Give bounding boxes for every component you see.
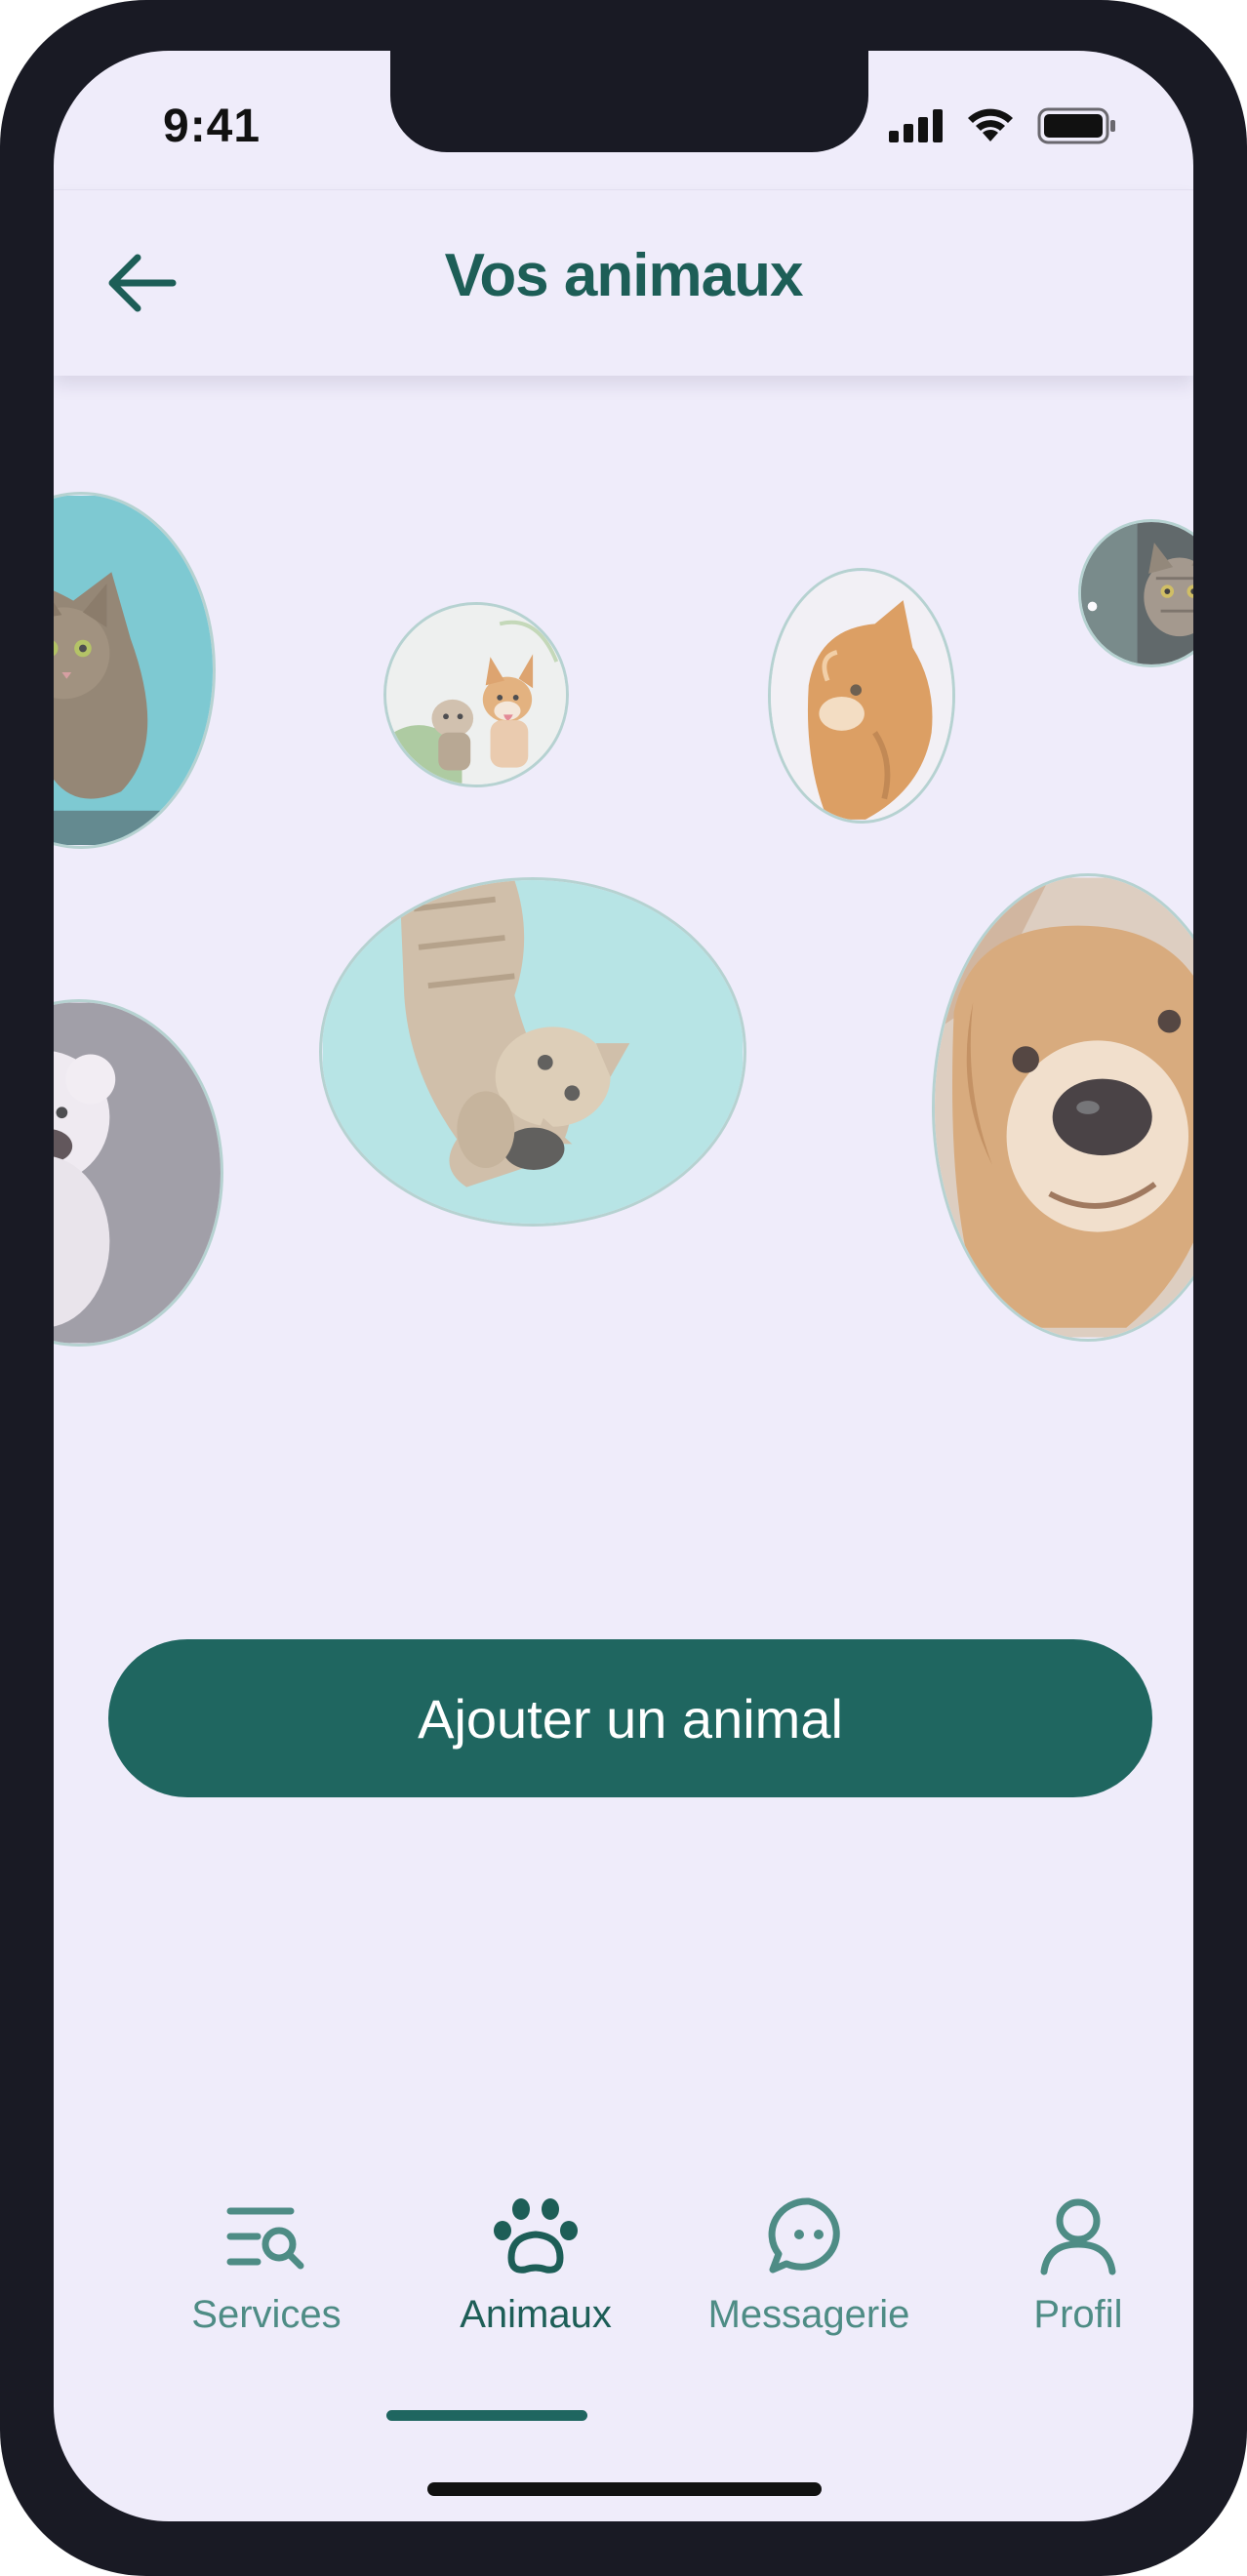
pet-bubble-golden-dog[interactable] [932,873,1193,1342]
cat-photo-icon [322,880,744,1224]
status-icons [889,107,1117,144]
pet-bubble-tabby-cat[interactable] [1078,519,1193,667]
pet-bubble-two-dogs[interactable] [383,602,569,787]
app-screen: 9:41 Vos animaux Ajouter un animal Servi… [54,51,1193,2521]
pet-bubble-playing-kitten[interactable] [319,877,746,1227]
tab-messages[interactable]: Messagerie [692,2197,926,2363]
bottom-tab-bar: Services Animaux Messagerie Profil [54,2197,1193,2412]
notch [390,51,868,152]
cat-photo-icon [1081,522,1193,664]
chat-bubble-icon [768,2197,840,2274]
dog-photo-icon [54,1002,221,1344]
cellular-signal-icon [889,109,943,142]
cat-photo-icon [771,572,952,820]
pet-bubble-ginger-cat[interactable] [768,568,955,824]
tab-profile[interactable]: Profil [961,2197,1193,2363]
user-icon [1040,2198,1116,2275]
home-indicator [427,2482,822,2496]
tab-animals[interactable]: Animaux [419,2197,653,2363]
phone-frame: 9:41 Vos animaux Ajouter un animal Servi… [0,0,1247,2576]
cat-photo-icon [54,495,213,846]
pet-bubble-white-dog[interactable] [54,999,223,1347]
tab-services[interactable]: Services [149,2197,383,2363]
tab-profile-label: Profil [1033,2293,1123,2336]
dog-photo-icon [386,605,566,785]
battery-icon [1037,107,1115,144]
paw-icon [494,2198,578,2274]
status-time: 9:41 [163,101,261,152]
active-tab-indicator [386,2410,587,2421]
dog-photo-icon [935,877,1193,1338]
tab-services-label: Services [191,2293,342,2336]
tab-animals-label: Animaux [460,2293,612,2336]
page-title: Vos animaux [444,242,804,309]
list-search-icon [226,2207,304,2270]
pet-bubble-cat-on-blue[interactable] [54,492,216,849]
add-pet-button[interactable]: Ajouter un animal [108,1639,1152,1797]
top-app-bar: Vos animaux [54,189,1193,376]
wifi-icon [968,108,1013,141]
tab-messages-label: Messagerie [707,2293,910,2336]
